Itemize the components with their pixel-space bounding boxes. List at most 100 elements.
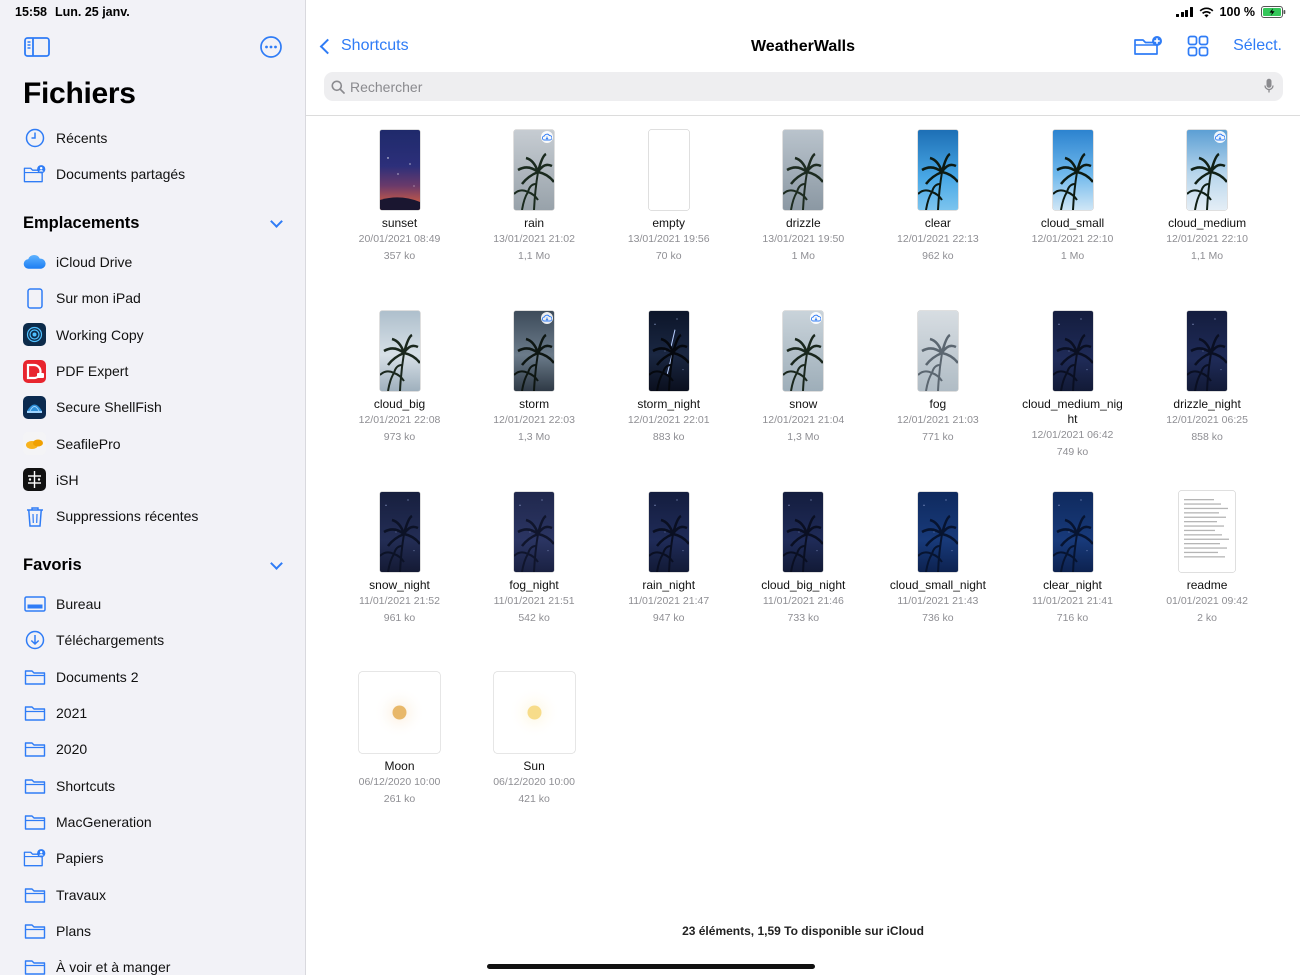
file-thumbnail[interactable] [1141,490,1274,572]
sidebar-item-récents[interactable]: Récents [0,120,305,156]
icloud-download-icon[interactable] [541,312,554,324]
ish-icon [23,468,46,492]
sidebar-title: Fichiers [23,77,136,110]
sidebar-item-sur-mon-ipad[interactable]: Sur mon iPad [0,280,305,316]
icloud-download-icon[interactable] [810,312,823,324]
sidebar-item-2021[interactable]: 2021 [0,695,305,731]
sidebar-item-bureau[interactable]: Bureau [0,586,305,622]
sidebar-item-label: Téléchargements [56,632,165,649]
file-name: clear_night [1043,578,1102,592]
file-item[interactable]: storm_night 12/01/2021 22:01 883 ko [602,309,735,446]
file-thumbnail[interactable] [468,490,601,572]
file-date: 11/01/2021 21:47 [628,595,710,607]
sidebar-item-à-voir-et-à-manger[interactable]: À voir et à manger [0,949,305,975]
file-thumbnail[interactable] [1006,309,1139,391]
file-item[interactable]: cloud_small_night 11/01/2021 21:43 736 ko [871,490,1004,627]
status-date: Lun. 25 janv. [54,5,130,19]
file-thumbnail[interactable] [468,128,601,210]
file-item[interactable]: empty 13/01/2021 19:56 70 ko [602,128,735,265]
file-thumbnail[interactable] [737,128,870,210]
search-bar[interactable]: Rechercher [324,72,1283,101]
file-thumbnail[interactable] [1006,128,1139,210]
sidebar-item-plans[interactable]: Plans [0,913,305,949]
icloud-download-icon[interactable] [1214,131,1227,143]
file-item[interactable]: clear_night 11/01/2021 21:41 716 ko [1006,490,1139,627]
shared-folder-icon [23,847,46,870]
sidebar-item-2020[interactable]: 2020 [0,731,305,767]
sidebar-toggle-icon[interactable] [24,37,50,57]
file-item[interactable]: readme 01/01/2021 09:42 2 ko [1141,490,1274,627]
sidebar-item-pdf-expert[interactable]: PDF Expert [0,353,305,389]
file-item[interactable]: drizzle 13/01/2021 19:50 1 Mo [737,128,870,265]
sidebar-item-papiers[interactable]: Papiers [0,840,305,876]
sidebar-item-working-copy[interactable]: Working Copy [0,317,305,353]
file-item[interactable]: sunset 20/01/2021 08:49 357 ko [333,128,466,265]
file-thumbnail[interactable] [468,671,601,753]
file-thumbnail[interactable] [468,309,601,391]
file-thumbnail[interactable] [1006,490,1139,572]
file-thumbnail[interactable] [602,309,735,391]
file-item[interactable]: cloud_medium 12/01/2021 22:10 1,1 Mo [1141,128,1274,265]
file-item[interactable]: cloud_big 12/01/2021 22:08 973 ko [333,309,466,446]
locations-header[interactable]: Emplacements [23,214,285,233]
file-item[interactable]: cloud_big_night 11/01/2021 21:46 733 ko [737,490,870,627]
file-item[interactable]: fog_night 11/01/2021 21:51 542 ko [468,490,601,627]
file-date: 12/01/2021 06:25 [1166,414,1248,426]
file-item[interactable]: storm 12/01/2021 22:03 1,3 Mo [468,309,601,446]
sidebar-item-suppressions-récentes[interactable]: Suppressions récentes [0,498,305,534]
file-thumbnail[interactable] [333,128,466,210]
sidebar-item-ish[interactable]: iSH [0,462,305,498]
wifi-icon [1199,6,1213,17]
sidebar-item-documents-partagés[interactable]: Documents partagés [0,156,305,192]
file-thumbnail[interactable] [602,128,735,210]
file-thumbnail[interactable] [871,309,1004,391]
home-indicator[interactable] [487,964,815,969]
sun-image-thumbnail [493,672,575,753]
file-item[interactable]: rain 13/01/2021 21:02 1,1 Mo [468,128,601,265]
new-folder-icon[interactable] [1133,35,1163,57]
sidebar-item-shortcuts[interactable]: Shortcuts [0,767,305,803]
file-item[interactable]: rain_night 11/01/2021 21:47 947 ko [602,490,735,627]
file-item[interactable]: cloud_small 12/01/2021 22:10 1 Mo [1006,128,1139,265]
favorites-header[interactable]: Favoris [23,556,285,575]
file-thumbnail[interactable] [333,490,466,572]
microphone-icon[interactable] [1264,78,1274,94]
file-thumbnail[interactable] [1141,309,1274,391]
file-thumbnail[interactable] [333,671,466,753]
wallpaper-image-thumbnail [1187,311,1228,391]
file-item[interactable]: Sun 06/12/2020 10:00 421 ko [468,671,601,808]
file-thumbnail[interactable] [602,490,735,572]
file-item[interactable]: drizzle_night 12/01/2021 06:25 858 ko [1141,309,1274,446]
file-thumbnail[interactable] [871,128,1004,210]
sidebar-item-documents-2[interactable]: Documents 2 [0,659,305,695]
more-options-icon[interactable] [260,36,282,58]
file-thumbnail[interactable] [1141,128,1274,210]
select-button[interactable]: Sélect. [1233,37,1282,55]
sidebar-item-icloud-drive[interactable]: iCloud Drive [0,244,305,280]
grid-view-icon[interactable] [1187,35,1209,57]
sidebar-item-seafilepro[interactable]: SeafilePro [0,425,305,461]
chevron-down-icon[interactable] [270,215,283,228]
sidebar-item-label: Travaux [56,886,107,903]
sidebar-item-macgeneration[interactable]: MacGeneration [0,804,305,840]
file-date: 11/01/2021 21:41 [1032,595,1113,607]
sidebar-item-secure-shellfish[interactable]: Secure ShellFish [0,389,305,425]
pdf-expert-icon [23,359,46,383]
file-item[interactable]: fog 12/01/2021 21:03 771 ko [871,309,1004,446]
file-item[interactable]: snow_night 11/01/2021 21:52 961 ko [333,490,466,627]
icloud-download-icon[interactable] [541,131,554,143]
file-item[interactable]: cloud_medium_nig ht 12/01/2021 06:42 749 ko [1006,309,1139,461]
desktop-folder-icon [23,593,46,616]
chevron-down-icon[interactable] [270,557,283,570]
file-item[interactable]: snow 12/01/2021 21:04 1,3 Mo [737,309,870,446]
file-thumbnail[interactable] [333,309,466,391]
file-thumbnail[interactable] [737,309,870,391]
sidebar-item-travaux[interactable]: Travaux [0,876,305,912]
file-thumbnail[interactable] [871,490,1004,572]
file-thumbnail[interactable] [737,490,870,572]
search-placeholder: Rechercher [350,78,423,95]
sidebar-item-téléchargements[interactable]: Téléchargements [0,622,305,658]
file-date: 13/01/2021 21:02 [493,233,575,245]
file-item[interactable]: clear 12/01/2021 22:13 962 ko [871,128,1004,265]
file-item[interactable]: Moon 06/12/2020 10:00 261 ko [333,671,466,808]
